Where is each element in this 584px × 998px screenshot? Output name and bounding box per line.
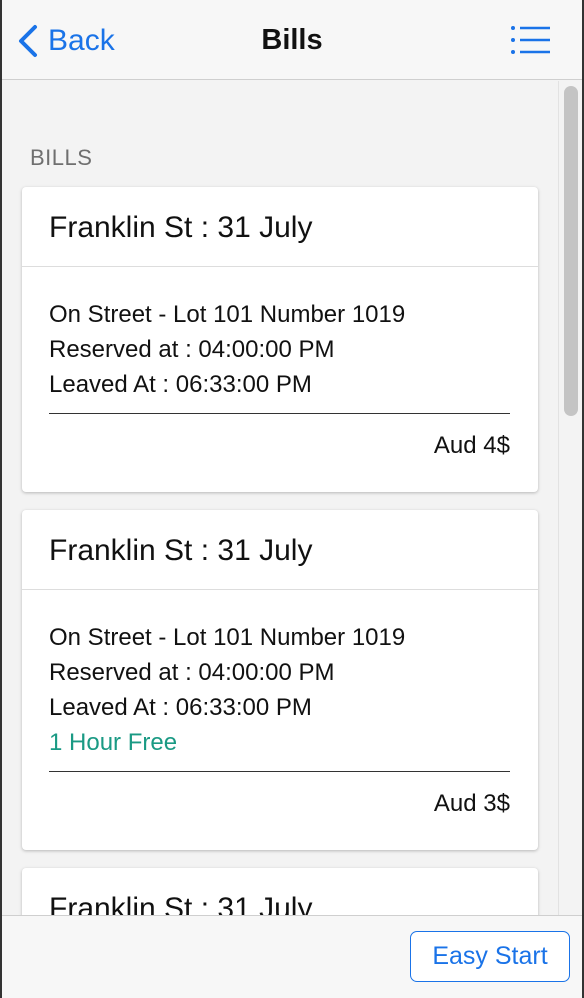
bill-title: Franklin St : 31 July — [22, 510, 538, 590]
bill-details: On Street - Lot 101 Number 1019 Reserved… — [22, 267, 538, 463]
app-frame: Back Bills BILLS Franklin St : 31 July O… — [0, 0, 584, 998]
page-title: Bills — [261, 24, 323, 56]
bill-card[interactable]: Franklin St : 31 July On Street - Lot 10… — [22, 187, 538, 492]
bill-price: Aud 3$ — [433, 790, 510, 817]
bottom-toolbar: Easy Start — [2, 915, 582, 998]
scrollbar-thumb[interactable] — [564, 86, 578, 416]
bill-card[interactable]: Franklin St : 31 July — [22, 868, 538, 915]
bill-card[interactable]: Franklin St : 31 July On Street - Lot 10… — [22, 510, 538, 850]
nav-bar: Back Bills — [2, 0, 582, 80]
bill-title: Franklin St : 31 July — [22, 868, 538, 915]
list-icon[interactable] — [510, 24, 552, 56]
scroll-track[interactable] — [558, 81, 582, 915]
bill-location: On Street - Lot 101 Number 1019 — [49, 301, 406, 328]
bill-leave-time: Leaved At : 06:33:00 PM — [49, 694, 312, 721]
bill-promo: 1 Hour Free — [49, 729, 178, 756]
bill-leave-time: Leaved At : 06:33:00 PM — [49, 371, 312, 398]
bill-price: Aud 4$ — [433, 432, 510, 459]
bill-location: On Street - Lot 101 Number 1019 — [49, 624, 406, 651]
bills-list[interactable]: BILLS Franklin St : 31 July On Street - … — [2, 81, 558, 915]
bill-reserved-time: Reserved at : 04:00:00 PM — [49, 659, 335, 686]
easy-start-button[interactable]: Easy Start — [410, 931, 570, 982]
bill-title: Franklin St : 31 July — [22, 187, 538, 267]
section-header: BILLS — [30, 145, 93, 170]
bill-details: On Street - Lot 101 Number 1019 Reserved… — [22, 590, 538, 821]
bill-reserved-time: Reserved at : 04:00:00 PM — [49, 336, 335, 363]
